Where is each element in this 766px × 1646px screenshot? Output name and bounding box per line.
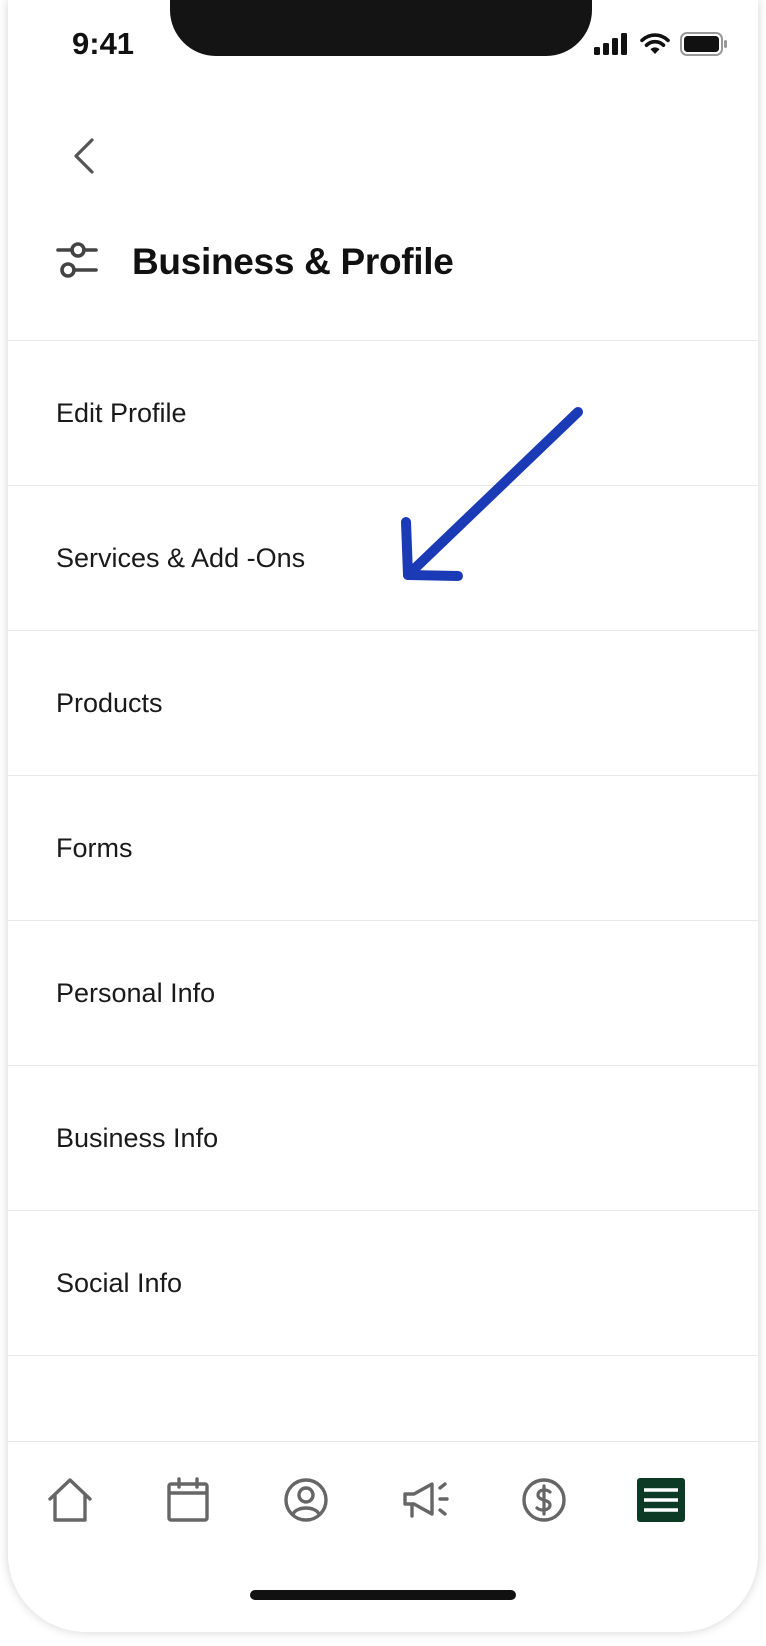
status-icons — [594, 32, 728, 56]
menu-item-label: Products — [56, 687, 163, 718]
nav-clients[interactable] — [278, 1472, 334, 1528]
nav-payments[interactable] — [516, 1472, 572, 1528]
menu-item-label: Social Info — [56, 1267, 183, 1298]
chevron-left-icon — [74, 138, 94, 174]
dollar-icon — [522, 1478, 566, 1522]
menu-active-tile — [637, 1478, 685, 1522]
page-header: Business & Profile — [56, 238, 454, 286]
phone-frame: 9:41 Business & Profile Edit Profile Ser… — [8, 0, 758, 1632]
menu-item-social-info[interactable]: Social Info — [8, 1211, 758, 1356]
menu-item-services-add-ons[interactable]: Services & Add -Ons — [8, 486, 758, 631]
calendar-icon — [167, 1477, 209, 1522]
wifi-icon — [640, 33, 670, 54]
sliders-icon — [56, 242, 98, 278]
megaphone-icon — [403, 1482, 449, 1518]
menu-icon — [644, 1488, 678, 1512]
page-title: Business & Profile — [132, 241, 454, 282]
nav-marketing[interactable] — [398, 1472, 454, 1528]
menu-item-label: Personal Info — [56, 977, 216, 1008]
menu-item-label: Forms — [56, 832, 133, 863]
nav-home[interactable] — [42, 1472, 98, 1528]
menu-item-label: Business Info — [56, 1122, 219, 1153]
battery-icon — [680, 32, 727, 56]
menu-item-business-info[interactable]: Business Info — [8, 1066, 758, 1211]
settings-menu: Edit Profile Services & Add -Ons Product… — [8, 340, 758, 1356]
home-icon — [48, 1478, 92, 1522]
menu-item-personal-info[interactable]: Personal Info — [8, 921, 758, 1066]
menu-item-forms[interactable]: Forms — [8, 776, 758, 921]
home-indicator — [250, 1590, 516, 1600]
bottom-nav — [8, 1441, 758, 1632]
status-time: 9:41 — [72, 26, 135, 61]
menu-item-edit-profile[interactable]: Edit Profile — [8, 341, 758, 486]
nav-menu[interactable] — [633, 1472, 689, 1528]
menu-item-label: Services & Add -Ons — [56, 542, 306, 573]
back-button[interactable] — [64, 132, 104, 180]
menu-item-label: Edit Profile — [56, 397, 187, 428]
user-circle-icon — [284, 1478, 328, 1522]
device-notch — [170, 0, 592, 56]
menu-item-products[interactable]: Products — [8, 631, 758, 776]
nav-calendar[interactable] — [160, 1472, 216, 1528]
cellular-signal-icon — [594, 33, 627, 55]
